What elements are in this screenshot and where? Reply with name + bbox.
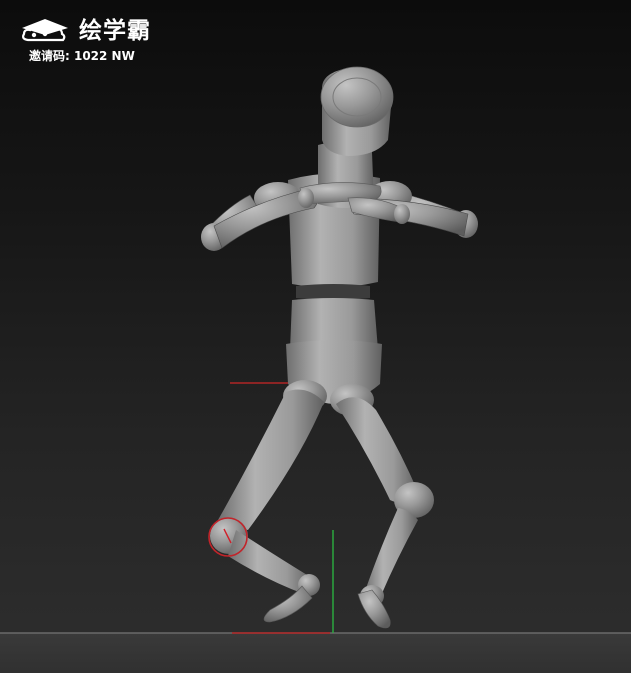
3d-viewport[interactable]: 绘学霸 邀请码: 1022 NW [0, 0, 631, 673]
right-foot[interactable] [357, 589, 391, 629]
brand-name: 绘学霸 [79, 18, 151, 44]
right-wrist[interactable] [394, 204, 410, 224]
waist-band[interactable] [296, 284, 370, 300]
left-foot[interactable] [263, 585, 313, 623]
watermark: 绘学霸 邀请码: 1022 NW [18, 14, 178, 70]
head-top[interactable] [320, 66, 394, 128]
cloud-cap-icon [22, 19, 68, 42]
left-wrist[interactable] [298, 188, 314, 208]
right-shin[interactable] [364, 508, 418, 599]
floor-plane [0, 633, 631, 673]
invite-code: 邀请码: 1022 NW [29, 49, 135, 63]
left-thigh[interactable] [218, 389, 324, 530]
scene-canvas[interactable] [0, 0, 631, 673]
mannequin-figure[interactable] [201, 66, 478, 629]
